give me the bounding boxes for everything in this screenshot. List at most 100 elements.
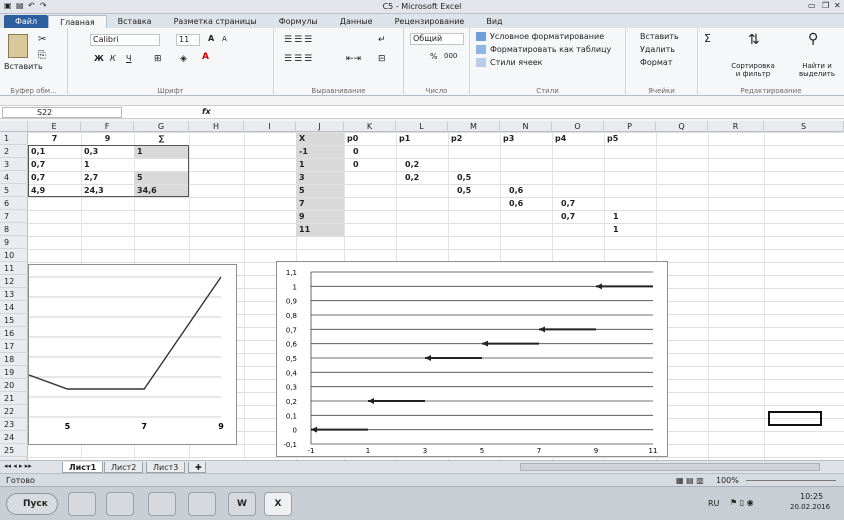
horizontal-scrollbar[interactable] — [520, 463, 820, 471]
jp-cell[interactable]: 1 — [610, 211, 654, 223]
cut-icon[interactable]: ✂ — [38, 34, 46, 45]
jp-header[interactable]: p1 — [396, 133, 444, 145]
efg-cell[interactable]: 7 — [28, 133, 81, 145]
efg-cell[interactable]: 4,9 — [28, 185, 81, 197]
jp-x[interactable]: 11 — [296, 224, 344, 236]
row-header[interactable]: 4 — [0, 171, 28, 184]
ie-icon[interactable] — [68, 492, 96, 516]
jp-cell[interactable]: 0 — [350, 159, 394, 171]
efg-cell[interactable] — [134, 159, 189, 171]
row-header[interactable]: 5 — [0, 184, 28, 197]
efg-cell[interactable]: 1 — [81, 159, 134, 171]
jp-x[interactable]: 7 — [296, 198, 344, 210]
col-header-L[interactable]: L — [396, 121, 448, 132]
jp-cell[interactable]: 0,2 — [402, 159, 446, 171]
jp-header[interactable]: X — [296, 133, 344, 145]
tab-data[interactable]: Данные — [329, 15, 384, 28]
row-header[interactable]: 20 — [0, 379, 28, 392]
percent-button[interactable]: % — [430, 52, 438, 61]
chrome-icon[interactable] — [188, 492, 216, 516]
wrap-text-icon[interactable]: ↵ — [378, 35, 386, 45]
italic-button[interactable]: К — [110, 54, 116, 63]
jp-header[interactable]: p5 — [604, 133, 652, 145]
align-top-icons[interactable]: ☰☰☰ — [284, 35, 314, 45]
col-header-I[interactable]: I — [244, 121, 296, 132]
bold-button[interactable]: Ж — [94, 54, 104, 63]
chart-1[interactable]: 5 7 9 — [28, 264, 237, 445]
new-sheet-icon[interactable]: ✚ — [188, 462, 206, 473]
word-icon[interactable]: W — [228, 492, 256, 516]
col-header-H[interactable]: H — [189, 121, 244, 132]
minimize-icon[interactable]: ▭ — [808, 1, 816, 10]
row-header[interactable]: 17 — [0, 340, 28, 353]
language-indicator[interactable]: RU — [708, 499, 719, 508]
find-select-button[interactable]: Найти и выделить — [792, 62, 842, 78]
tab-home[interactable]: Главная — [48, 15, 107, 28]
jp-header[interactable]: p4 — [552, 133, 600, 145]
tab-file[interactable]: Файл — [4, 15, 49, 28]
select-all-corner[interactable] — [0, 121, 28, 132]
view-buttons-icon[interactable]: ▦ ▤ ▥ — [676, 476, 704, 485]
row-header[interactable]: 14 — [0, 301, 28, 314]
close-icon[interactable]: ✕ — [834, 1, 841, 10]
jp-cell[interactable]: 0,6 — [506, 198, 550, 210]
jp-cell[interactable]: 0,7 — [558, 211, 602, 223]
efg-cell[interactable]: 9 — [81, 133, 134, 145]
font-name-select[interactable]: Calibri — [90, 34, 160, 46]
col-header-E[interactable]: E — [28, 121, 81, 132]
copy-icon[interactable]: ⎘ — [38, 50, 46, 61]
efg-cell[interactable]: 1 — [134, 146, 189, 158]
formula-input[interactable] — [222, 107, 832, 118]
active-cell-s22[interactable] — [768, 411, 822, 426]
conditional-format-button[interactable]: Условное форматирование — [490, 32, 604, 41]
sort-filter-button[interactable]: Сортировка и фильтр — [728, 62, 778, 78]
indent-icon[interactable]: ⇤⇥ — [346, 54, 361, 64]
jp-x[interactable]: 3 — [296, 172, 344, 184]
border-icon[interactable]: ⊞ — [154, 54, 162, 64]
col-header-J[interactable]: J — [296, 121, 344, 132]
row-header[interactable]: 8 — [0, 223, 28, 236]
row-header[interactable]: 19 — [0, 366, 28, 379]
autosum-button[interactable]: Σ — [704, 32, 711, 45]
efg-cell[interactable]: 0,1 — [28, 146, 81, 158]
excel-taskbar-icon[interactable]: X — [264, 492, 292, 516]
number-format-select[interactable]: Общий — [410, 33, 464, 45]
row-header[interactable]: 10 — [0, 249, 28, 262]
col-header-Q[interactable]: Q — [656, 121, 708, 132]
col-header-M[interactable]: M — [448, 121, 500, 132]
jp-header[interactable]: p2 — [448, 133, 496, 145]
efg-cell[interactable]: 24,3 — [81, 185, 134, 197]
zoom-level[interactable]: 100% — [716, 476, 739, 485]
efg-cell[interactable]: 5 — [134, 172, 189, 184]
row-header[interactable]: 24 — [0, 431, 28, 444]
jp-x[interactable]: -1 — [296, 146, 344, 158]
jp-x[interactable]: 1 — [296, 159, 344, 171]
row-header[interactable]: 3 — [0, 158, 28, 171]
row-header[interactable]: 7 — [0, 210, 28, 223]
sheet-tab-3[interactable]: Лист3 — [146, 462, 186, 473]
row-header[interactable]: 18 — [0, 353, 28, 366]
jp-header[interactable]: p0 — [344, 133, 392, 145]
cell-styles-button[interactable]: Стили ячеек — [490, 58, 543, 67]
align-left-icons[interactable]: ☰☰☰ — [284, 54, 314, 64]
row-header[interactable]: 22 — [0, 405, 28, 418]
zoom-slider[interactable] — [746, 480, 836, 481]
tab-view[interactable]: Вид — [475, 15, 513, 28]
col-header-F[interactable]: F — [81, 121, 134, 132]
format-cells-button[interactable]: Формат — [640, 58, 672, 67]
paste-icon[interactable] — [8, 34, 28, 58]
efg-cell[interactable]: 2,7 — [81, 172, 134, 184]
tab-page-layout[interactable]: Разметка страницы — [163, 15, 268, 28]
underline-button[interactable]: Ч — [126, 54, 131, 63]
paste-button[interactable]: Вставить — [4, 62, 43, 71]
thousands-button[interactable]: 000 — [444, 52, 457, 60]
jp-cell[interactable]: 0,7 — [558, 198, 602, 210]
row-header[interactable]: 25 — [0, 444, 28, 457]
jp-cell[interactable]: 0 — [350, 146, 394, 158]
jp-cell[interactable]: 0,5 — [454, 172, 498, 184]
row-header[interactable]: 11 — [0, 262, 28, 275]
name-box[interactable]: S22 — [2, 107, 122, 118]
chart-2[interactable]: -0,1 0 0,1 0,2 0,3 0,4 0,5 0,6 0,7 0,8 0,9 1 1,1 -1 1 3… — [276, 261, 668, 457]
row-header[interactable]: 16 — [0, 327, 28, 340]
start-button[interactable]: Пуск — [6, 493, 58, 515]
